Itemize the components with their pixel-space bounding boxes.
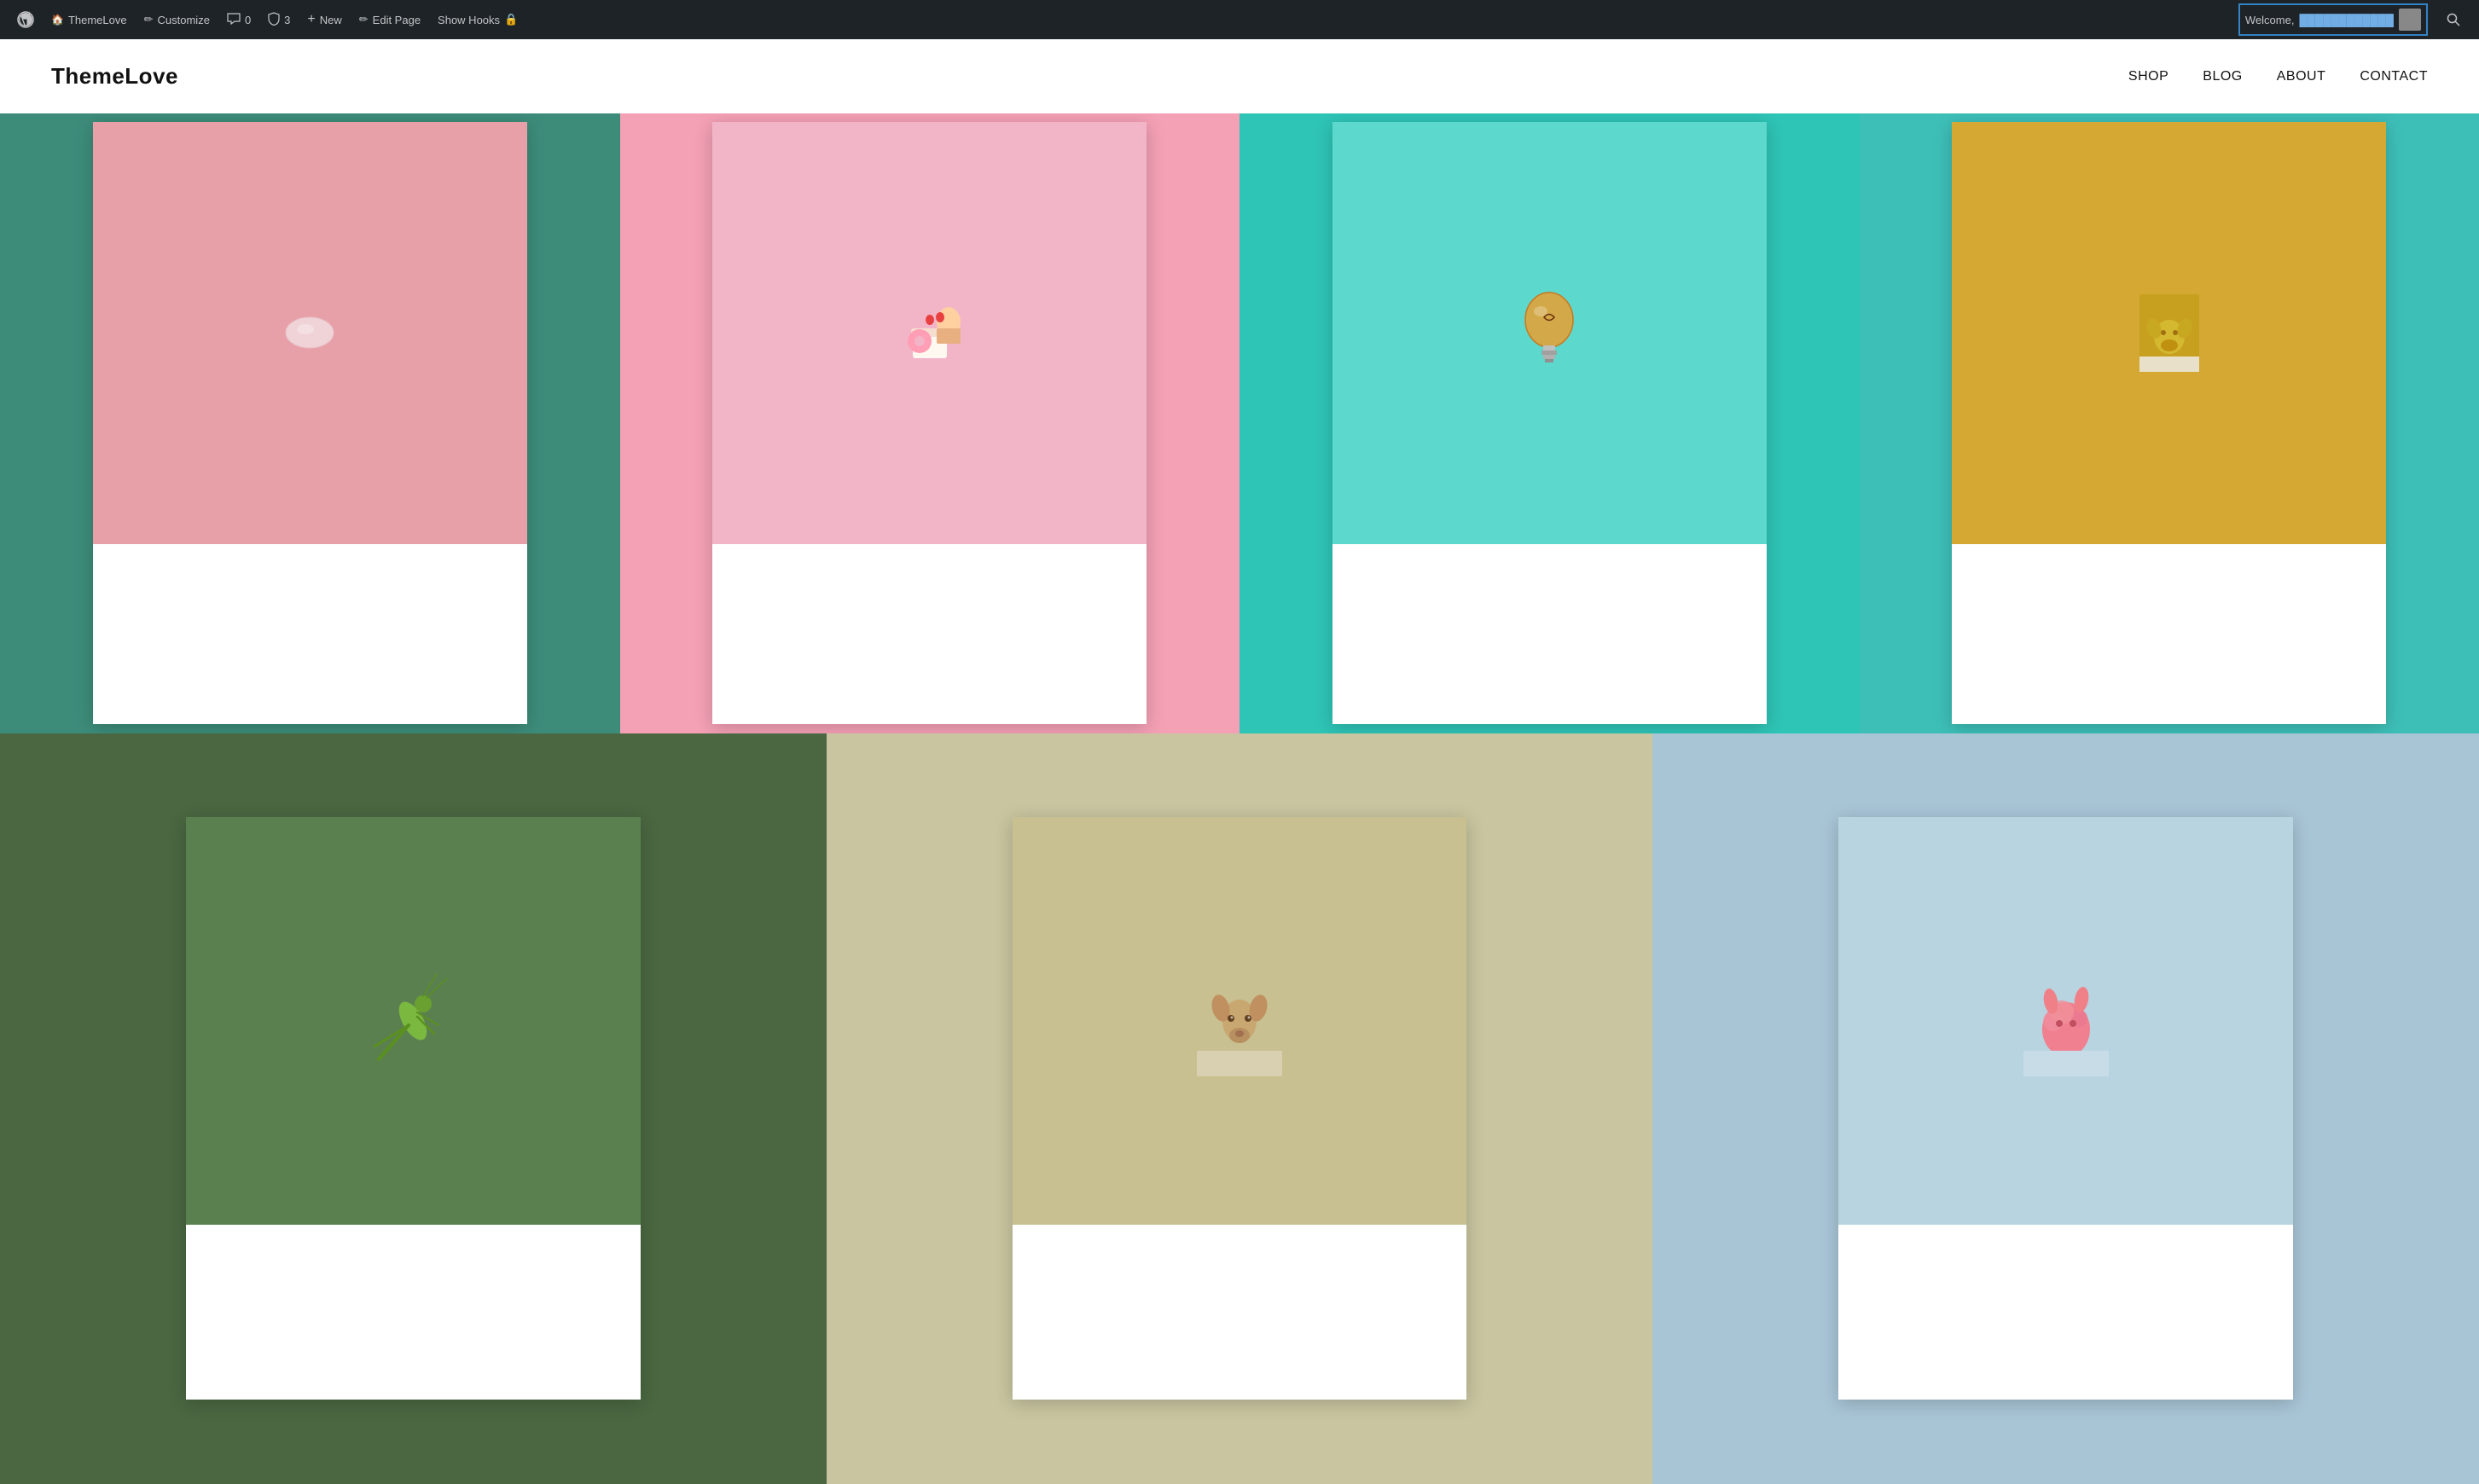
photo-card-1: [93, 122, 527, 724]
photo-inner-3: [1332, 122, 1767, 543]
admin-comments[interactable]: 0: [220, 0, 258, 39]
photo-card-5: [186, 817, 641, 1400]
photo-bottom-7: [1838, 1225, 2293, 1400]
gallery-cell-3[interactable]: [1240, 113, 1860, 733]
comments-icon: [227, 13, 241, 27]
admin-edit-page[interactable]: ✏ Edit Page: [352, 0, 427, 39]
admin-search[interactable]: [2438, 0, 2469, 39]
photo-card-2: [712, 122, 1147, 724]
photo-inner-7: [1838, 817, 2293, 1225]
wp-logo[interactable]: [10, 0, 41, 39]
photo-bottom-4: [1952, 544, 2386, 725]
photo-card-7: [1838, 817, 2293, 1400]
gallery-row-2: [0, 733, 2479, 1484]
gallery-grid: [0, 113, 2479, 1484]
site-logo: ThemeLove: [51, 63, 178, 90]
admin-themelove[interactable]: 🏠 ThemeLove: [44, 0, 134, 39]
photo-bottom-6: [1013, 1225, 1467, 1400]
nav-contact[interactable]: CONTACT: [2360, 69, 2428, 84]
admin-new[interactable]: + New: [300, 0, 348, 39]
edit-icon: ✏: [359, 13, 369, 26]
gallery-cell-4[interactable]: [1860, 113, 2479, 733]
gallery-cell-1[interactable]: [0, 113, 620, 733]
photo-card-3: [1332, 122, 1767, 724]
gallery-cell-6[interactable]: [827, 733, 1653, 1484]
site-header: ThemeLove SHOP BLOG ABOUT CONTACT: [0, 39, 2479, 113]
gallery-row-1: [0, 113, 2479, 733]
gallery-cell-5[interactable]: [0, 733, 827, 1484]
nav-blog[interactable]: BLOG: [2203, 69, 2242, 84]
admin-bar: 🏠 ThemeLove ✏ Customize 0 3 + New ✏ Edit…: [0, 0, 2479, 39]
nav-about[interactable]: ABOUT: [2277, 69, 2326, 84]
lock-icon: 🔒: [504, 13, 518, 26]
avatar: [2399, 9, 2421, 31]
admin-security[interactable]: 3: [261, 0, 297, 39]
nav-shop[interactable]: SHOP: [2128, 69, 2168, 84]
photo-bottom-3: [1332, 544, 1767, 725]
photo-inner-6: [1013, 817, 1467, 1225]
photo-card-6: [1013, 817, 1467, 1400]
site-nav: SHOP BLOG ABOUT CONTACT: [2128, 69, 2428, 84]
photo-inner-2: [712, 122, 1147, 543]
admin-welcome[interactable]: Welcome, ████████████: [2238, 3, 2428, 36]
customize-icon: ✏: [144, 13, 154, 26]
gallery-cell-2[interactable]: [620, 113, 1240, 733]
admin-customize[interactable]: ✏ Customize: [137, 0, 217, 39]
photo-card-4: [1952, 122, 2386, 724]
photo-bottom-5: [186, 1225, 641, 1400]
home-icon: 🏠: [51, 14, 64, 26]
admin-show-hooks[interactable]: Show Hooks 🔒: [431, 0, 525, 39]
gallery-cell-7[interactable]: [1652, 733, 2479, 1484]
site-wrapper: ThemeLove SHOP BLOG ABOUT CONTACT: [0, 39, 2479, 1484]
photo-inner-4: [1952, 122, 2386, 543]
photo-inner-5: [186, 817, 641, 1225]
plus-icon: +: [307, 12, 315, 27]
shield-icon: [268, 12, 280, 28]
photo-bottom-1: [93, 544, 527, 725]
photo-bottom-2: [712, 544, 1147, 725]
photo-inner-1: [93, 122, 527, 543]
